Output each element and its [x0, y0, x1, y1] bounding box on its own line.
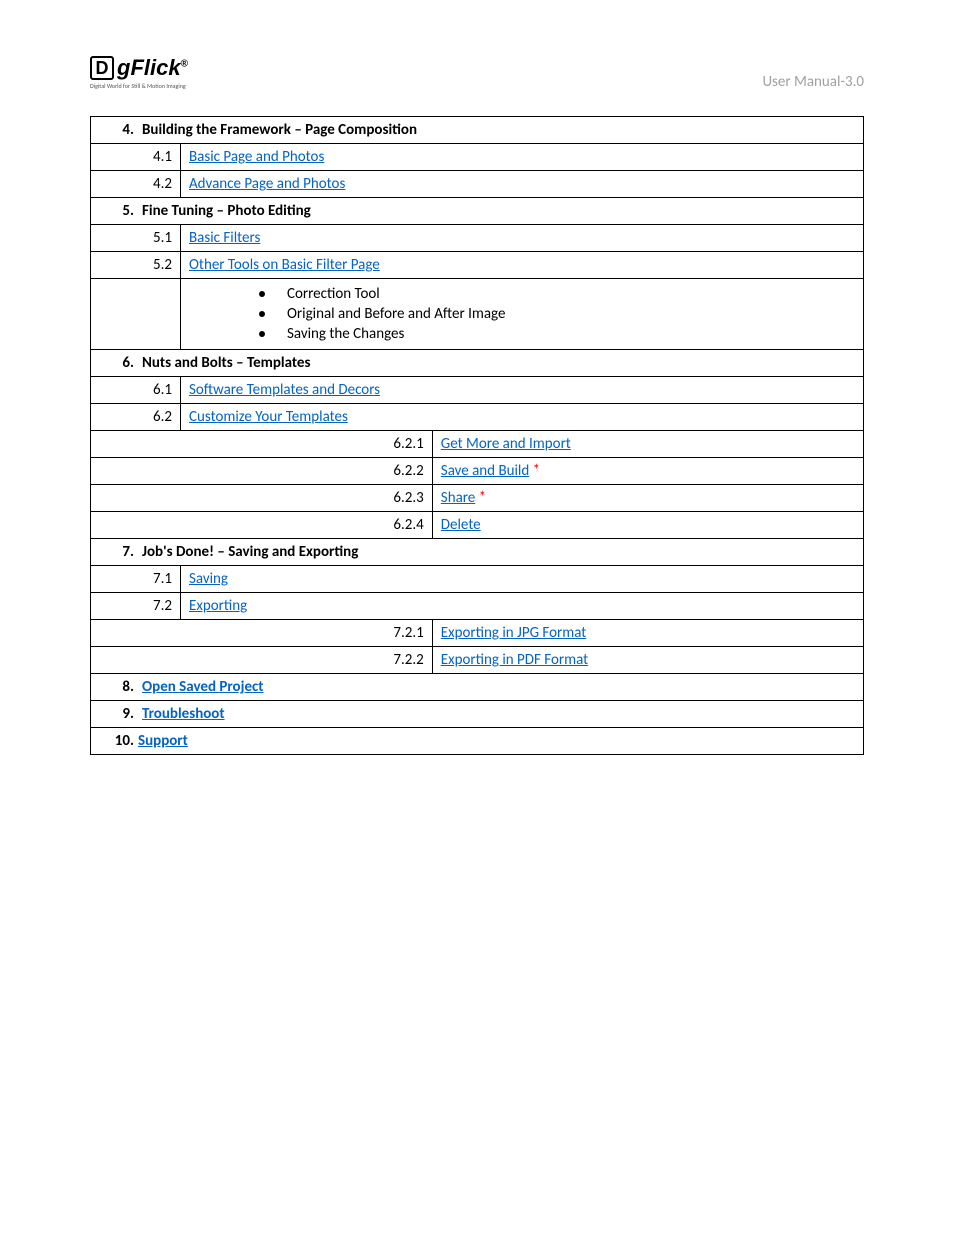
toc-row-7-2: 7.2 Exporting — [91, 593, 864, 620]
bullet-correction-tool: Correction Tool — [259, 285, 855, 303]
toc-section-8: 8.Open Saved Project — [91, 674, 864, 701]
toc-section-7: 7.Job's Done! – Saving and Exporting — [91, 539, 864, 566]
page-header: D gFlick® Digital World for Still & Moti… — [90, 55, 864, 91]
toc-row-7-1: 7.1 Saving — [91, 566, 864, 593]
link-support[interactable]: Support — [138, 732, 188, 750]
toc-row-4-1: 4.1 Basic Page and Photos — [91, 144, 864, 171]
toc-section-10: 10.Support — [91, 728, 864, 755]
link-other-tools-basic-filter[interactable]: Other Tools on Basic Filter Page — [189, 256, 380, 274]
bullet-saving-changes: Saving the Changes — [259, 325, 855, 343]
bullet-icon — [259, 311, 265, 317]
link-save-and-build[interactable]: Save and Build — [441, 462, 529, 480]
toc-section-4: 4.Building the Framework – Page Composit… — [91, 117, 864, 144]
link-customize-your-templates[interactable]: Customize Your Templates — [189, 408, 348, 426]
toc-row-6-2: 6.2 Customize Your Templates — [91, 404, 864, 431]
bullet-original-before-after: Original and Before and After Image — [259, 305, 855, 323]
link-basic-page-and-photos[interactable]: Basic Page and Photos — [189, 148, 324, 166]
link-saving[interactable]: Saving — [189, 570, 228, 588]
toc-row-5-1: 5.1 Basic Filters — [91, 225, 864, 252]
toc-section-6: 6.Nuts and Bolts – Templates — [91, 350, 864, 377]
link-advance-page-and-photos[interactable]: Advance Page and Photos — [189, 175, 345, 193]
bullet-icon — [259, 291, 265, 297]
link-software-templates-decors[interactable]: Software Templates and Decors — [189, 381, 380, 399]
logo-text: gFlick® — [117, 55, 188, 81]
bullet-icon — [259, 331, 265, 337]
toc-row-5-2: 5.2 Other Tools on Basic Filter Page — [91, 252, 864, 279]
toc-row-6-2-4: 6.2.4 Delete — [91, 512, 864, 539]
toc-row-4-2: 4.2 Advance Page and Photos — [91, 171, 864, 198]
toc-row-5-2-bullets: Correction Tool Original and Before and … — [91, 279, 864, 350]
link-exporting-jpg[interactable]: Exporting in JPG Format — [441, 624, 587, 642]
link-open-saved-project[interactable]: Open Saved Project — [142, 678, 263, 696]
link-exporting-pdf[interactable]: Exporting in PDF Format — [441, 651, 588, 669]
logo-d-icon: D — [90, 56, 114, 80]
manual-version: User Manual-3.0 — [762, 55, 864, 91]
toc-section-9: 9.Troubleshoot — [91, 701, 864, 728]
toc-row-6-2-1: 6.2.1 Get More and Import — [91, 431, 864, 458]
link-exporting[interactable]: Exporting — [189, 597, 247, 615]
toc-section-5: 5.Fine Tuning – Photo Editing — [91, 198, 864, 225]
logo-subtitle: Digital World for Still & Motion Imaging — [90, 82, 186, 90]
link-delete[interactable]: Delete — [441, 516, 481, 534]
link-basic-filters[interactable]: Basic Filters — [189, 229, 260, 247]
toc-row-7-2-2: 7.2.2 Exporting in PDF Format — [91, 647, 864, 674]
link-troubleshoot[interactable]: Troubleshoot — [142, 705, 225, 723]
toc-row-7-2-1: 7.2.1 Exporting in JPG Format — [91, 620, 864, 647]
toc-row-6-1: 6.1 Software Templates and Decors — [91, 377, 864, 404]
table-of-contents: 4.Building the Framework – Page Composit… — [90, 116, 864, 755]
logo: D gFlick® Digital World for Still & Moti… — [90, 55, 188, 90]
asterisk-icon: * — [475, 489, 486, 507]
toc-row-6-2-2: 6.2.2 Save and Build * — [91, 458, 864, 485]
logo-registered-icon: ® — [181, 59, 188, 70]
link-share[interactable]: Share — [441, 489, 475, 507]
link-get-more-and-import[interactable]: Get More and Import — [441, 435, 571, 453]
toc-row-6-2-3: 6.2.3 Share * — [91, 485, 864, 512]
asterisk-icon: * — [529, 462, 540, 480]
